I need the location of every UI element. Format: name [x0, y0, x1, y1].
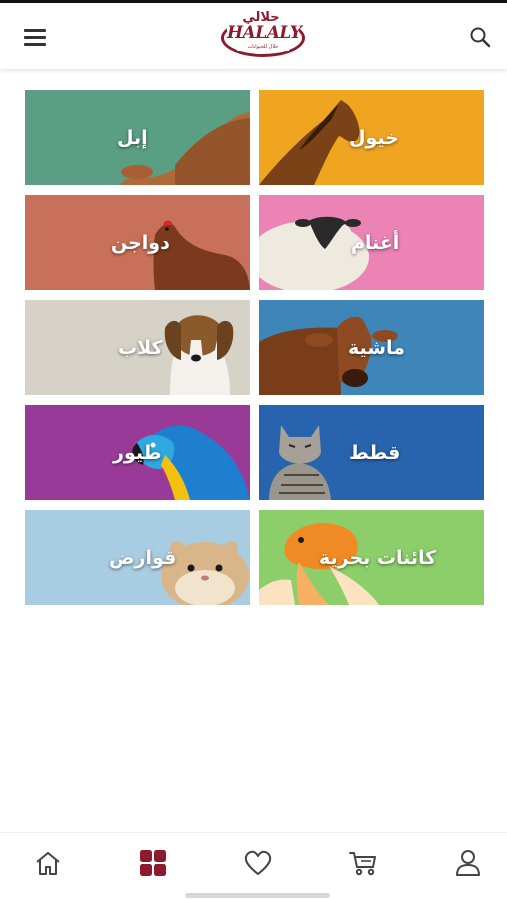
category-label: أغنام — [351, 231, 400, 254]
logo-tagline: حلال للحيوانات — [237, 44, 289, 51]
category-label: طيور — [113, 441, 162, 464]
menu-line — [24, 43, 46, 46]
category-tile-birds[interactable]: طيور — [25, 405, 250, 500]
app-header: حلالي HALALY حلال للحيوانات — [0, 3, 507, 69]
category-label: إبل — [117, 126, 148, 149]
category-label: كائنات بحرية — [319, 546, 437, 569]
menu-line — [24, 29, 46, 32]
search-button[interactable] — [466, 23, 494, 51]
category-label: قطط — [349, 441, 401, 464]
search-icon — [470, 27, 491, 48]
category-label: خيول — [349, 126, 399, 149]
category-label: دواجن — [111, 231, 170, 254]
tab-favorites[interactable] — [242, 847, 274, 879]
categories-icon — [140, 850, 166, 876]
category-tile-cattle[interactable]: ماشية — [259, 300, 484, 395]
tab-categories[interactable] — [137, 847, 169, 879]
tab-cart[interactable] — [347, 847, 379, 879]
tab-home[interactable] — [32, 847, 64, 879]
user-icon — [456, 850, 480, 876]
logo-latin-text: HALALY — [227, 23, 302, 43]
home-indicator — [185, 893, 330, 898]
category-tile-sheep[interactable]: أغنام — [259, 195, 484, 290]
category-label: ماشية — [348, 336, 405, 359]
home-icon — [36, 852, 60, 875]
halaly-logo[interactable]: حلالي HALALY حلال للحيوانات — [213, 11, 309, 61]
category-tile-poultry[interactable]: دواجن — [25, 195, 250, 290]
category-tile-horses[interactable]: خيول — [259, 90, 484, 185]
category-tile-sea-creatures[interactable]: كائنات بحرية — [259, 510, 484, 605]
category-tile-rodents[interactable]: قوارض — [25, 510, 250, 605]
category-tile-camels[interactable]: إبل — [25, 90, 250, 185]
category-label: قوارض — [109, 546, 177, 569]
menu-line — [24, 36, 46, 39]
heart-icon — [244, 850, 272, 875]
tab-profile[interactable] — [452, 847, 484, 879]
bottom-tab-bar — [0, 832, 507, 900]
cart-icon — [349, 852, 376, 876]
category-tile-dogs[interactable]: كلاب — [25, 300, 250, 395]
menu-button[interactable] — [22, 25, 50, 49]
category-tile-cats[interactable]: قطط — [259, 405, 484, 500]
category-label: كلاب — [118, 336, 163, 359]
category-grid: إبل خيول دواجن أغنام كلاب ماشية طيور قطط… — [25, 90, 484, 605]
